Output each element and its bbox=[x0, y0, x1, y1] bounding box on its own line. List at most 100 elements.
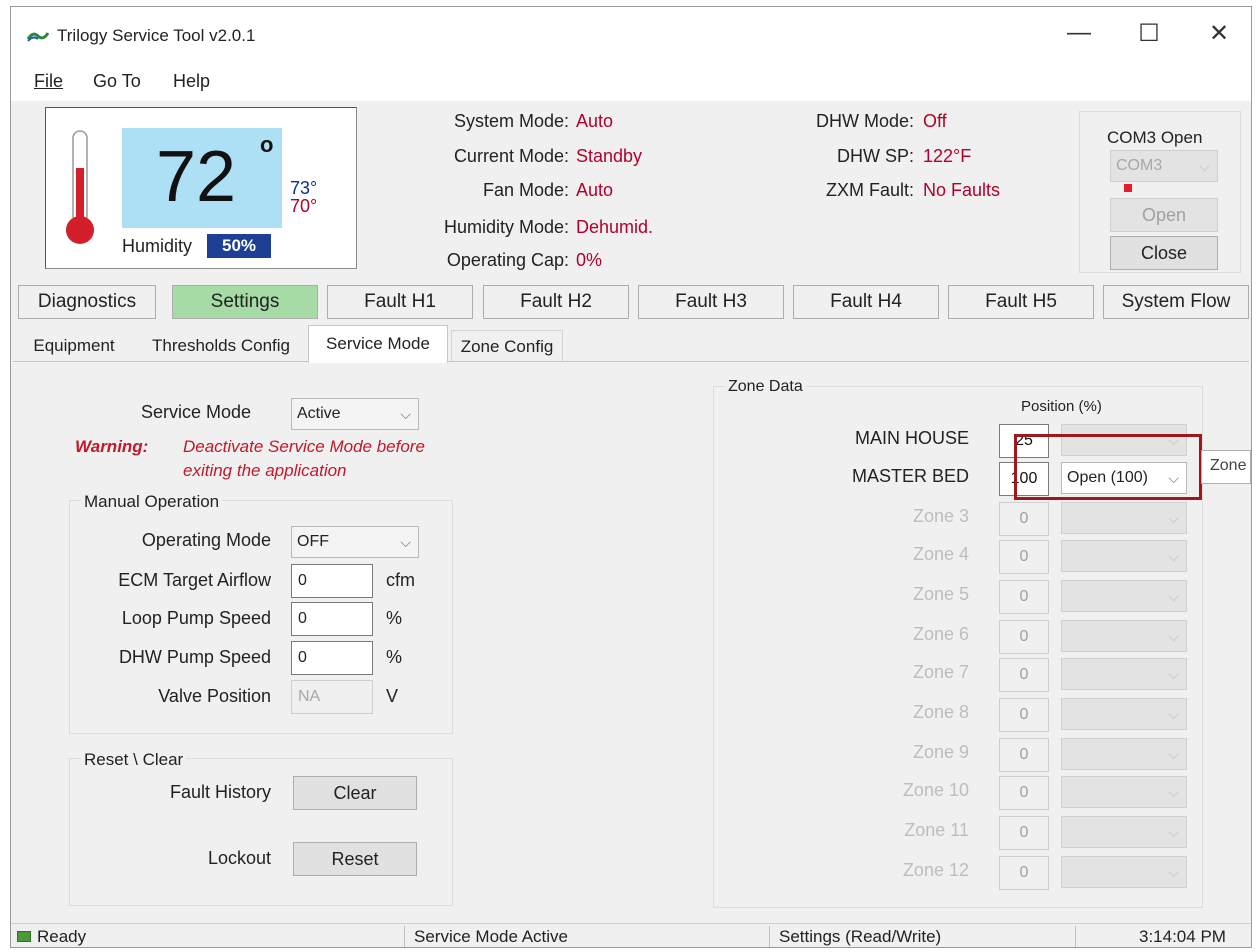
fault-history-label: Fault History bbox=[169, 782, 271, 802]
zone-8-select[interactable]: ⌵ bbox=[1061, 698, 1187, 730]
zone-6-position[interactable]: 0 bbox=[999, 620, 1049, 654]
subtab-thresholds-config[interactable]: Thresholds Config bbox=[137, 330, 305, 362]
humidity-label: Humidity bbox=[122, 236, 193, 256]
valve-position-unit: V bbox=[386, 686, 399, 706]
menu-goto[interactable]: Go To bbox=[93, 71, 141, 92]
chevron-down-icon: ⌵ bbox=[1199, 158, 1210, 174]
chevron-down-icon: ⌵ bbox=[1168, 706, 1179, 722]
zone-4-position[interactable]: 0 bbox=[999, 540, 1049, 574]
tab-fault-h5[interactable]: Fault H5 bbox=[948, 285, 1094, 319]
loop-pump-label: Loop Pump Speed bbox=[121, 608, 271, 628]
reset-button[interactable]: Reset bbox=[293, 842, 417, 876]
status-divider bbox=[404, 926, 405, 947]
zone-10-position[interactable]: 0 bbox=[999, 776, 1049, 810]
tab-fault-h3[interactable]: Fault H3 bbox=[638, 285, 784, 319]
zone-4-select[interactable]: ⌵ bbox=[1061, 540, 1187, 572]
zone-data-title: Zone Data bbox=[725, 378, 806, 396]
zone-6-select[interactable]: ⌵ bbox=[1061, 620, 1187, 652]
zxm-fault-label: ZXM Fault: bbox=[825, 180, 914, 200]
zone-tooltip: Zone bbox=[1201, 450, 1251, 484]
tab-settings[interactable]: Settings bbox=[172, 285, 318, 319]
valve-position-input[interactable]: NA bbox=[291, 680, 373, 714]
chevron-down-icon: ⌵ bbox=[1168, 588, 1179, 604]
ready-icon bbox=[17, 931, 31, 942]
warning-label: Warning: bbox=[75, 437, 149, 456]
close-port-button[interactable]: Close bbox=[1110, 236, 1218, 270]
close-button[interactable]: ✕ bbox=[1199, 19, 1239, 49]
clear-button[interactable]: Clear bbox=[293, 776, 417, 810]
com-indicator-led bbox=[1124, 184, 1132, 192]
chevron-down-icon: ⌵ bbox=[1168, 548, 1179, 564]
service-mode-select[interactable]: Active ⌵ bbox=[291, 398, 419, 430]
subtab-equipment[interactable]: Equipment bbox=[19, 330, 129, 362]
status-divider bbox=[1075, 926, 1076, 947]
menu-help[interactable]: Help bbox=[173, 71, 210, 92]
heat-setpoint: 70° bbox=[290, 196, 318, 216]
zone-9-position[interactable]: 0 bbox=[999, 738, 1049, 772]
ecm-airflow-label: ECM Target Airflow bbox=[118, 570, 271, 590]
zone-7-select[interactable]: ⌵ bbox=[1061, 658, 1187, 690]
dhw-pump-input[interactable]: 0 bbox=[291, 641, 373, 675]
tab-fault-h4[interactable]: Fault H4 bbox=[793, 285, 939, 319]
operating-mode-select[interactable]: OFF ⌵ bbox=[291, 526, 419, 558]
tab-diagnostics[interactable]: Diagnostics bbox=[18, 285, 156, 319]
zone-1-label: MAIN HOUSE bbox=[854, 428, 969, 448]
zone-7-label: Zone 7 bbox=[912, 662, 969, 682]
menu-file[interactable]: File bbox=[34, 71, 63, 92]
current-mode-label: Current Mode: bbox=[453, 146, 569, 166]
chevron-down-icon: ⌵ bbox=[1168, 510, 1179, 526]
chevron-down-icon: ⌵ bbox=[1168, 864, 1179, 880]
subtab-service-mode[interactable]: Service Mode bbox=[308, 325, 448, 363]
com-port-select[interactable]: COM3 ⌵ bbox=[1110, 150, 1218, 182]
operating-cap-value: 0% bbox=[576, 250, 603, 270]
zone-12-position[interactable]: 0 bbox=[999, 856, 1049, 890]
dhw-mode-value: Off bbox=[923, 111, 947, 131]
service-mode-label: Service Mode bbox=[141, 402, 252, 422]
fan-mode-value: Auto bbox=[576, 180, 614, 200]
zone-3-select[interactable]: ⌵ bbox=[1061, 502, 1187, 534]
fan-mode-label: Fan Mode: bbox=[482, 180, 569, 200]
status-service-mode: Service Mode Active bbox=[414, 927, 569, 946]
zone-5-position[interactable]: 0 bbox=[999, 580, 1049, 614]
com-status: COM3 Open bbox=[1107, 128, 1203, 147]
thermostat-panel: 72 o 73° 70° Humidity 50% bbox=[45, 107, 357, 269]
lockout-label: Lockout bbox=[207, 848, 271, 868]
open-button[interactable]: Open bbox=[1110, 198, 1218, 232]
zone-3-position[interactable]: 0 bbox=[999, 502, 1049, 536]
dhw-pump-label: DHW Pump Speed bbox=[118, 647, 271, 667]
minimize-button[interactable]: — bbox=[1059, 19, 1099, 49]
zone-11-position[interactable]: 0 bbox=[999, 816, 1049, 850]
zone-11-select[interactable]: ⌵ bbox=[1061, 816, 1187, 848]
zone-11-label: Zone 11 bbox=[904, 820, 969, 840]
tab-fault-h2[interactable]: Fault H2 bbox=[483, 285, 629, 319]
subtab-zone-config[interactable]: Zone Config bbox=[451, 330, 563, 362]
position-header: Position (%) bbox=[1021, 398, 1102, 415]
zone-10-select[interactable]: ⌵ bbox=[1061, 776, 1187, 808]
zone-8-position[interactable]: 0 bbox=[999, 698, 1049, 732]
status-settings: Settings (Read/Write) bbox=[779, 927, 942, 946]
zone-12-select[interactable]: ⌵ bbox=[1061, 856, 1187, 888]
chevron-down-icon: ⌵ bbox=[1168, 824, 1179, 840]
service-mode-value: Active bbox=[297, 405, 341, 422]
maximize-button[interactable]: ☐ bbox=[1129, 19, 1169, 49]
ecm-airflow-input[interactable]: 0 bbox=[291, 564, 373, 598]
window-title: Trilogy Service Tool v2.0.1 bbox=[57, 26, 256, 45]
zone-5-label: Zone 5 bbox=[912, 584, 969, 604]
loop-pump-input[interactable]: 0 bbox=[291, 602, 373, 636]
chevron-down-icon: ⌵ bbox=[1168, 628, 1179, 644]
title-bar: Trilogy Service Tool v2.0.1 — ☐ ✕ bbox=[11, 7, 1251, 61]
zone-5-select[interactable]: ⌵ bbox=[1061, 580, 1187, 612]
operating-cap-label: Operating Cap: bbox=[446, 250, 569, 270]
reset-clear-title: Reset \ Clear bbox=[81, 750, 187, 770]
zone-9-select[interactable]: ⌵ bbox=[1061, 738, 1187, 770]
zone-7-position[interactable]: 0 bbox=[999, 658, 1049, 692]
dhw-pump-unit: % bbox=[386, 647, 403, 667]
operating-mode-label: Operating Mode bbox=[141, 530, 271, 550]
highlight-box bbox=[1014, 434, 1202, 500]
tab-system-flow[interactable]: System Flow bbox=[1103, 285, 1249, 319]
chevron-down-icon: ⌵ bbox=[1168, 666, 1179, 682]
dhw-mode-label: DHW Mode: bbox=[815, 111, 914, 131]
dhw-sp-value: 122°F bbox=[923, 146, 972, 166]
tab-fault-h1[interactable]: Fault H1 bbox=[327, 285, 473, 319]
service-mode-panel: Service Mode Active ⌵ Warning: Deactivate… bbox=[13, 361, 1251, 913]
